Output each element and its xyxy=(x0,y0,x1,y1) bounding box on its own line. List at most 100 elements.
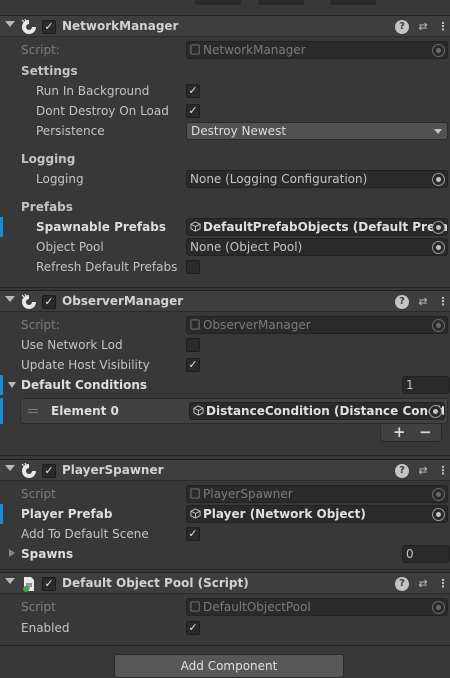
script-row: Script: ObserverManager xyxy=(0,315,450,335)
player-prefab-label: Player Prefab xyxy=(21,507,113,521)
persistence-label: Persistence xyxy=(36,124,105,138)
component-enabled-checkbox[interactable]: ✓ xyxy=(42,464,56,478)
use-network-lod-label: Use Network Lod xyxy=(21,338,123,352)
add-component-button[interactable]: Add Component xyxy=(114,654,344,678)
script-label: Script xyxy=(21,600,56,614)
script-value-text: DefaultObjectPool xyxy=(190,600,311,614)
object-picker-icon xyxy=(432,319,445,332)
script-label: Script xyxy=(21,487,56,501)
top-partial-strip xyxy=(0,0,450,6)
player-prefab-value-text: Player (Network Object) xyxy=(190,507,366,521)
list-item: Element 0 DistanceCondition (Distance Co… xyxy=(20,398,448,424)
object-picker-icon[interactable] xyxy=(432,508,445,521)
script-value: NetworkManager xyxy=(203,43,306,57)
persistence-value: Destroy Newest xyxy=(191,124,287,138)
spawnable-prefabs-field[interactable]: DefaultPrefabObjects (Default Prefab Obj… xyxy=(186,218,448,236)
foldout-arrow-icon[interactable] xyxy=(9,549,15,557)
component-enabled-checkbox[interactable]: ✓ xyxy=(42,577,56,591)
component-enabled-checkbox[interactable]: ✓ xyxy=(42,20,56,34)
logging-label: Logging xyxy=(36,172,84,186)
fold-arrow-icon[interactable] xyxy=(5,21,15,27)
add-element-button[interactable]: + xyxy=(393,424,406,441)
script-value-text: NetworkManager xyxy=(190,43,306,57)
settings-heading: Settings xyxy=(21,64,78,78)
object-picker-icon[interactable] xyxy=(432,221,445,234)
default-conditions-label: Default Conditions xyxy=(21,378,148,392)
logging-row: Logging None (Logging Configuration) xyxy=(0,169,450,189)
use-network-lod-checkbox[interactable] xyxy=(186,338,200,352)
partial-field xyxy=(195,0,241,5)
drag-handle-icon[interactable] xyxy=(28,409,38,410)
logging-heading: Logging xyxy=(21,152,76,166)
foldout-arrow-icon[interactable] xyxy=(8,382,16,388)
spawnable-prefabs-label: Spawnable Prefabs xyxy=(36,220,166,234)
help-icon[interactable]: ? xyxy=(395,464,409,478)
context-menu-icon[interactable]: ⋮ xyxy=(436,20,450,34)
update-host-visibility-label: Update Host Visibility xyxy=(21,358,150,372)
script-value-text: ObserverManager xyxy=(190,318,311,332)
help-icon[interactable]: ? xyxy=(395,20,409,34)
default-conditions-row[interactable]: Default Conditions 1 xyxy=(0,375,450,395)
run-in-background-checkbox[interactable]: ✓ xyxy=(186,84,200,98)
dropdown-arrow-icon xyxy=(434,129,442,134)
drag-handle-icon[interactable] xyxy=(28,412,38,413)
script-label: Script: xyxy=(21,318,60,332)
fishnet-icon xyxy=(21,463,36,478)
refresh-prefabs-checkbox[interactable] xyxy=(186,260,200,274)
component-header-networkmanager[interactable]: ✓ NetworkManager ? ⇄ ⋮ xyxy=(0,15,450,37)
dont-destroy-checkbox[interactable]: ✓ xyxy=(186,104,200,118)
use-network-lod-row: Use Network Lod xyxy=(0,335,450,355)
enabled-checkbox[interactable]: ✓ xyxy=(186,621,200,635)
script-asset-icon xyxy=(190,44,200,55)
component-enabled-checkbox[interactable]: ✓ xyxy=(42,295,56,309)
script-row: Script: NetworkManager xyxy=(0,40,450,60)
fold-arrow-icon[interactable] xyxy=(5,465,15,471)
object-picker-icon xyxy=(432,488,445,501)
preset-icon[interactable]: ⇄ xyxy=(416,577,430,591)
element0-field[interactable]: DistanceCondition (Distance Condition) xyxy=(189,402,445,420)
help-icon[interactable]: ? xyxy=(395,295,409,309)
element0-value: DistanceCondition (Distance Condition) xyxy=(206,404,444,418)
preset-icon[interactable]: ⇄ xyxy=(416,20,430,34)
persistence-dropdown[interactable]: Destroy Newest xyxy=(186,122,448,140)
logging-value: None (Logging Configuration) xyxy=(190,172,368,186)
fold-arrow-icon[interactable] xyxy=(5,578,15,584)
add-to-default-scene-checkbox[interactable]: ✓ xyxy=(186,527,200,541)
component-header-observermanager[interactable]: ✓ ObserverManager ? ⇄ ⋮ xyxy=(0,290,450,312)
spawnable-value-text: DefaultPrefabObjects (Default Prefab Obj… xyxy=(190,220,447,234)
run-in-background-label: Run In Background xyxy=(36,84,150,98)
script-field: PlayerSpawner xyxy=(186,485,448,503)
divider xyxy=(0,569,450,570)
update-host-visibility-checkbox[interactable]: ✓ xyxy=(186,358,200,372)
default-conditions-size[interactable]: 1 xyxy=(402,376,450,394)
logging-field[interactable]: None (Logging Configuration) xyxy=(186,170,448,188)
prefabs-heading-row: Prefabs xyxy=(0,197,450,217)
logging-heading-row: Logging xyxy=(0,149,450,169)
update-host-visibility-row: Update Host Visibility ✓ xyxy=(0,355,450,375)
context-menu-icon[interactable]: ⋮ xyxy=(436,464,450,478)
object-picker-icon[interactable] xyxy=(429,405,442,418)
preset-icon[interactable]: ⇄ xyxy=(416,464,430,478)
preset-icon[interactable]: ⇄ xyxy=(416,295,430,309)
modified-indicator xyxy=(0,504,3,524)
component-header-playerspawner[interactable]: ✓ PlayerSpawner ? ⇄ ⋮ xyxy=(0,459,450,481)
spawns-label: Spawns xyxy=(21,547,74,561)
spawns-size[interactable]: 0 xyxy=(402,545,450,563)
script-value: ObserverManager xyxy=(203,318,311,332)
divider xyxy=(0,455,450,456)
object-pool-row: Object Pool None (Object Pool) xyxy=(0,237,450,257)
help-icon[interactable]: ? xyxy=(395,577,409,591)
fold-arrow-icon[interactable] xyxy=(5,296,15,302)
component-header-defaultobjectpool[interactable]: ✓ Default Object Pool (Script) ? ⇄ ⋮ xyxy=(0,572,450,594)
object-picker-icon[interactable] xyxy=(432,173,445,186)
object-pool-field[interactable]: None (Object Pool) xyxy=(186,238,448,256)
spawns-row[interactable]: Spawns 0 xyxy=(0,544,450,564)
object-picker-icon[interactable] xyxy=(432,241,445,254)
context-menu-icon[interactable]: ⋮ xyxy=(436,295,450,309)
player-prefab-field[interactable]: Player (Network Object) xyxy=(186,505,448,523)
script-value: DefaultObjectPool xyxy=(203,600,311,614)
script-row: Script PlayerSpawner xyxy=(0,484,450,504)
remove-element-button[interactable]: − xyxy=(419,424,432,441)
context-menu-icon[interactable]: ⋮ xyxy=(436,577,450,591)
asset-cube-icon xyxy=(190,221,201,232)
